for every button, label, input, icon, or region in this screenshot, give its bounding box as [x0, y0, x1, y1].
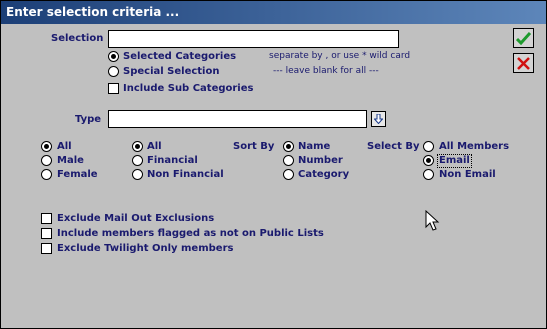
blank-hint: --- leave blank for all ---: [273, 66, 379, 76]
sort-by-label: Sort By: [233, 141, 275, 152]
select-all-members-label: All Members: [439, 141, 510, 152]
type-label: Type: [75, 114, 102, 125]
x-icon: [517, 56, 530, 70]
non-financial-radio[interactable]: [132, 169, 143, 180]
gender-all-radio[interactable]: [41, 141, 52, 152]
include-sub-categories-label: Include Sub Categories: [123, 83, 254, 94]
special-selection-radio[interactable]: [108, 66, 119, 77]
non-financial-label: Non Financial: [147, 169, 224, 180]
exclude-mail-out-label: Exclude Mail Out Exclusions: [57, 213, 215, 224]
financial-all-label: All: [147, 141, 162, 152]
gender-male-label: Male: [57, 155, 84, 166]
ok-button[interactable]: [513, 28, 534, 48]
gender-female-radio[interactable]: [41, 169, 52, 180]
sort-category-label: Category: [298, 169, 350, 180]
type-input[interactable]: [108, 110, 367, 128]
financial-all-radio[interactable]: [132, 141, 143, 152]
cancel-button[interactable]: [513, 53, 534, 73]
select-email-radio[interactable]: [423, 155, 434, 166]
sort-name-radio[interactable]: [283, 141, 294, 152]
selected-categories-radio[interactable]: [108, 51, 119, 62]
type-dropdown-button[interactable]: [371, 111, 386, 127]
window-title: Enter selection criteria ...: [6, 5, 180, 19]
down-arrow-icon: [374, 114, 383, 124]
sort-number-label: Number: [298, 155, 343, 166]
selection-input[interactable]: [108, 30, 399, 48]
select-non-email-label: Non Email: [439, 169, 496, 180]
selection-label: Selection: [51, 33, 104, 44]
select-email-label: Email: [437, 154, 472, 168]
include-sub-categories-checkbox[interactable]: [108, 83, 119, 94]
include-not-public-label: Include members flagged as not on Public…: [57, 228, 324, 239]
select-all-members-radio[interactable]: [423, 141, 434, 152]
sort-name-label: Name: [298, 141, 331, 152]
financial-label: Financial: [147, 155, 198, 166]
financial-radio[interactable]: [132, 155, 143, 166]
selection-criteria-dialog: Enter selection criteria ... Selection S…: [0, 0, 547, 329]
exclude-twilight-label: Exclude Twilight Only members: [57, 243, 234, 254]
title-bar[interactable]: Enter selection criteria ...: [1, 1, 546, 24]
gender-all-label: All: [57, 141, 72, 152]
special-selection-label: Special Selection: [123, 66, 220, 77]
sort-category-radio[interactable]: [283, 169, 294, 180]
checkmark-icon: [516, 31, 531, 45]
sort-number-radio[interactable]: [283, 155, 294, 166]
mouse-pointer-icon: [425, 210, 440, 231]
gender-male-radio[interactable]: [41, 155, 52, 166]
select-non-email-radio[interactable]: [423, 169, 434, 180]
wildcard-hint: separate by , or use * wild card: [269, 51, 411, 61]
include-not-public-checkbox[interactable]: [41, 228, 52, 239]
selected-categories-label: Selected Categories: [123, 51, 237, 62]
gender-female-label: Female: [57, 169, 98, 180]
select-by-label: Select By: [367, 141, 420, 152]
exclude-twilight-checkbox[interactable]: [41, 243, 52, 254]
exclude-mail-out-checkbox[interactable]: [41, 213, 52, 224]
